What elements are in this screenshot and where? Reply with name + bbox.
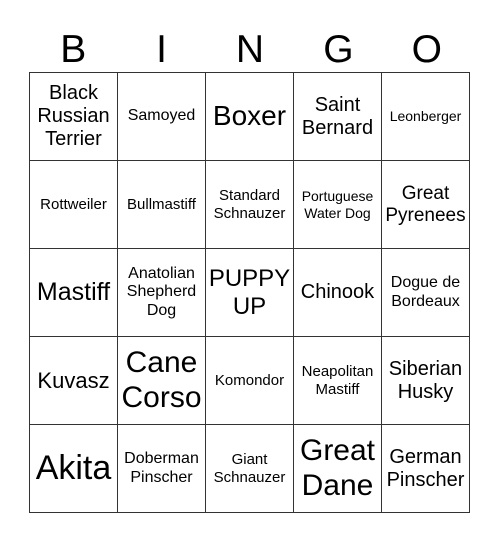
bingo-cell[interactable]: Leonberger	[381, 72, 470, 161]
header-letter: B	[60, 28, 87, 71]
header-letter: G	[323, 28, 354, 71]
bingo-header: B I N G O	[29, 28, 471, 72]
header-letter: N	[235, 28, 265, 71]
bingo-cell[interactable]: Bullmastiff	[117, 160, 206, 249]
bingo-cell[interactable]: Portuguese Water Dog	[293, 160, 382, 249]
bingo-cell[interactable]: Standard Schnauzer	[205, 160, 294, 249]
bingo-cell[interactable]: Komondor	[205, 336, 294, 425]
bingo-cell[interactable]: Black Russian Terrier	[29, 72, 118, 161]
bingo-cell[interactable]: Anatolian Shepherd Dog	[117, 248, 206, 337]
bingo-cell[interactable]: Doberman Pinscher	[117, 424, 206, 513]
bingo-row: Black Russian Terrier Samoyed Boxer Saint B…	[29, 72, 470, 161]
bingo-cell[interactable]: Saint Bernard	[293, 72, 382, 161]
bingo-cell[interactable]: Neapolitan Mastiff	[293, 336, 382, 425]
bingo-cell[interactable]: Chinook	[293, 248, 382, 337]
bingo-row: Rottweiler Bullmastiff Standard Schnauzer P…	[29, 160, 470, 249]
bingo-row: Mastiff Anatolian Shepherd Dog PUPPY UP Chi…	[29, 248, 470, 337]
bingo-cell[interactable]: Mastiff	[29, 248, 118, 337]
bingo-cell[interactable]: Rottweiler	[29, 160, 118, 249]
bingo-cell[interactable]: Akita	[29, 424, 118, 513]
bingo-cell[interactable]: PUPPY UP	[205, 248, 294, 337]
bingo-cell[interactable]: Dogue de Bordeaux	[381, 248, 470, 337]
bingo-cell[interactable]: Siberian Husky	[381, 336, 470, 425]
bingo-grid: Black Russian Terrier Samoyed Boxer Saint B…	[29, 72, 470, 513]
bingo-cell[interactable]: Cane Corso	[117, 336, 206, 425]
bingo-cell[interactable]: German Pinscher	[381, 424, 470, 513]
bingo-cell[interactable]: Boxer	[205, 72, 294, 161]
bingo-row: Akita Doberman Pinscher Giant Schnauzer Gre…	[29, 424, 470, 513]
bingo-cell[interactable]: Samoyed	[117, 72, 206, 161]
bingo-cell[interactable]: Giant Schnauzer	[205, 424, 294, 513]
bingo-row: Kuvasz Cane Corso Komondor Neapolitan Masti…	[29, 336, 470, 425]
bingo-cell[interactable]: Kuvasz	[29, 336, 118, 425]
header-letter: O	[411, 28, 442, 71]
header-letter: I	[156, 28, 167, 71]
bingo-cell[interactable]: Great Dane	[293, 424, 382, 513]
bingo-cell[interactable]: Great Pyrenees	[381, 160, 470, 249]
